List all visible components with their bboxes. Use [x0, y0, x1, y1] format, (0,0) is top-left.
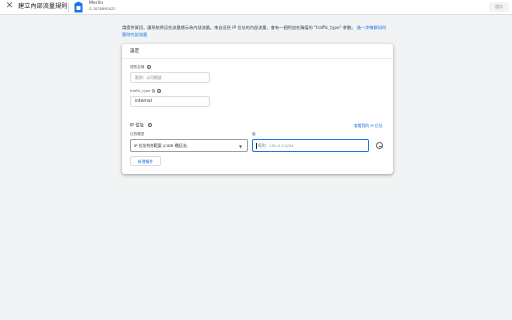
rule-name-label: 規則名稱 ? [130, 65, 151, 70]
intro-description: 請提供資訊，讓系統將這些流量標示為內部流量。來自這些 IP 位址的內部流量，會有… [122, 24, 390, 38]
traffic-type-label-text: traffic_type 值 [130, 89, 156, 93]
ip-section-title: IP 位址 ? [130, 123, 152, 130]
close-icon[interactable]: ✕ [4, 1, 15, 12]
ip-value-input[interactable]: 範例：192.0.2.0/24 [252, 139, 369, 152]
help-icon[interactable]: ? [147, 123, 152, 127]
property-id: G-1B7BB9D4Z2 [89, 7, 116, 11]
card-header: 設定 [122, 44, 393, 59]
text-cursor [256, 143, 257, 149]
top-app-bar: ✕ 建立內部流量規則 Merlin G-1B7BB9D4Z2 儲存 [0, 0, 512, 15]
view-my-ip-link[interactable]: 查看我的 IP 位址 [354, 123, 383, 129]
add-condition-button[interactable]: 新增條件 [130, 156, 161, 166]
rule-name-label-text: 規則名稱 [130, 65, 145, 69]
save-button[interactable]: 儲存 [489, 2, 509, 12]
card-title: 設定 [130, 49, 140, 54]
traffic-type-value: internal [135, 99, 152, 104]
header-divider [68, 3, 69, 12]
property-icon [74, 1, 83, 13]
help-icon[interactable]: ? [146, 65, 151, 69]
ip-section-title-text: IP 位址 [130, 123, 145, 129]
page-title: 建立內部流量規則 [18, 3, 68, 10]
match-type-select[interactable]: IP 位址符合範圍 (CIDR 標記法) ▼ [130, 139, 248, 152]
remove-condition-icon[interactable] [376, 142, 383, 149]
settings-card: 設定 規則名稱 ? 範例：公司總部 traffic_type 值 ? inter… [122, 44, 393, 174]
ip-value-placeholder: 範例：192.0.2.0/24 [258, 143, 294, 148]
intro-text: 請提供資訊，讓系統將這些流量標示為內部流量。來自這些 IP 位址的內部流量，會有… [122, 25, 356, 30]
match-type-label: 比對類型 [130, 132, 145, 136]
ip-value-label: 值 [252, 132, 256, 136]
rule-name-input[interactable]: 範例：公司總部 [130, 72, 210, 83]
help-icon[interactable]: ? [157, 89, 162, 93]
rule-name-placeholder: 範例：公司總部 [135, 75, 162, 80]
traffic-type-input[interactable]: internal [130, 96, 210, 107]
traffic-type-label: traffic_type 值 ? [130, 89, 162, 94]
match-type-value: IP 位址符合範圍 (CIDR 標記法) [134, 143, 188, 148]
dropdown-arrow-icon: ▼ [239, 144, 243, 149]
